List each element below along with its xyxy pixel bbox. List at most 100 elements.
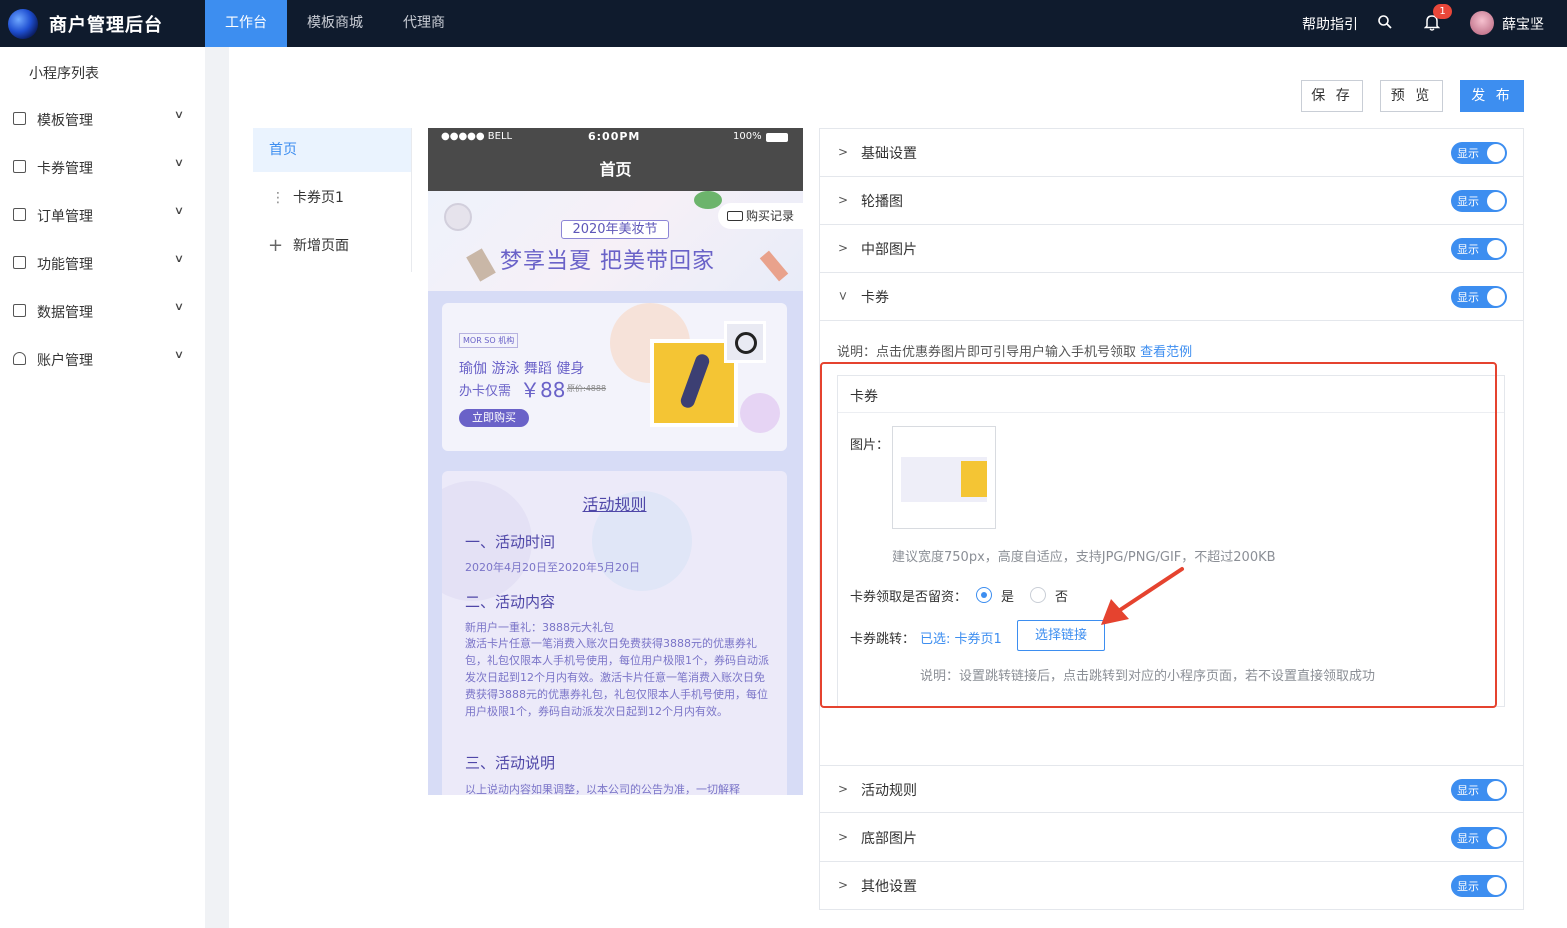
visibility-toggle[interactable]: 显示 bbox=[1451, 779, 1507, 801]
toggle-label: 显示 bbox=[1457, 291, 1479, 304]
banner-subtitle: 2020年美妆节 bbox=[561, 220, 669, 239]
section-label: 其他设置 bbox=[861, 879, 917, 895]
order-icon bbox=[13, 208, 26, 221]
tab-template-store[interactable]: 模板商城 bbox=[294, 0, 376, 47]
sidebar-item-account[interactable]: 账户管理 ∨ bbox=[0, 335, 205, 383]
promo-banner[interactable]: 2020年美妆节 梦享当夏 把美带回家 购买记录 bbox=[428, 191, 803, 291]
user-name[interactable]: 薛宝坚 bbox=[1502, 14, 1544, 34]
rules-text-2a: 新用户一重礼：3888元大礼包 bbox=[465, 621, 614, 634]
chevron-down-icon: ∨ bbox=[173, 348, 185, 361]
tab-workbench[interactable]: 工作台 bbox=[205, 0, 287, 47]
drag-handle-icon[interactable]: ⋮ bbox=[271, 176, 285, 220]
function-icon bbox=[13, 256, 26, 269]
toggle-label: 显示 bbox=[1457, 784, 1479, 797]
top-bar: 商户管理后台 工作台 模板商城 代理商 帮助指引 1 薛宝坚 bbox=[0, 0, 1567, 47]
leaf-icon bbox=[694, 191, 722, 209]
toggle-label: 显示 bbox=[1457, 880, 1479, 893]
view-example-link[interactable]: 查看范例 bbox=[1140, 345, 1192, 360]
chevron-right-icon: > bbox=[838, 193, 849, 207]
page-item-home[interactable]: 首页 bbox=[253, 128, 411, 172]
toggle-knob bbox=[1487, 829, 1505, 847]
phone-preview: ●●●●● BELL 6:00PM 100% 首页 2020年美妆节 梦享当夏 … bbox=[428, 128, 803, 795]
phone-page-title: 首页 bbox=[428, 148, 803, 191]
chevron-down-icon: ∨ bbox=[173, 204, 185, 217]
battery-text: 100% bbox=[733, 131, 762, 142]
tab-agent[interactable]: 代理商 bbox=[383, 0, 465, 47]
sidebar-item-label: 功能管理 bbox=[37, 257, 93, 273]
purchase-record-button[interactable]: 购买记录 bbox=[718, 203, 803, 229]
section-middle-image[interactable]: > 中部图片 显示 bbox=[820, 225, 1523, 273]
carrier-text: ●●●●● BELL bbox=[441, 131, 513, 142]
avatar[interactable] bbox=[1470, 11, 1494, 35]
search-icon[interactable] bbox=[1377, 14, 1393, 30]
help-link[interactable]: 帮助指引 bbox=[1302, 14, 1358, 34]
visibility-toggle[interactable]: 显示 bbox=[1451, 827, 1507, 849]
toggle-label: 显示 bbox=[1457, 195, 1479, 208]
runner-figure bbox=[678, 352, 712, 410]
toggle-knob bbox=[1487, 781, 1505, 799]
chevron-right-icon: > bbox=[838, 830, 849, 844]
rules-text-2b: 激活卡片任意一笔消费入账次日免费获得3888元的优惠券礼包，礼包仅限本人手机号使… bbox=[465, 637, 769, 718]
banner-headline: 梦享当夏 把美带回家 bbox=[500, 249, 715, 274]
sidebar-item-label: 卡券管理 bbox=[37, 161, 93, 177]
add-page-button[interactable]: + 新增页面 bbox=[253, 224, 411, 268]
card-line2: 办卡仅需 bbox=[459, 384, 512, 399]
section-label: 轮播图 bbox=[861, 194, 903, 210]
section-rules[interactable]: > 活动规则 显示 bbox=[820, 765, 1523, 813]
visibility-toggle[interactable]: 显示 bbox=[1451, 238, 1507, 260]
save-button[interactable]: 保 存 bbox=[1301, 80, 1363, 112]
sidebar-item-data[interactable]: 数据管理 ∨ bbox=[0, 287, 205, 335]
chevron-right-icon: > bbox=[838, 878, 849, 892]
section-other[interactable]: > 其他设置 显示 bbox=[820, 862, 1523, 910]
section-label: 卡券 bbox=[861, 290, 889, 306]
section-basic[interactable]: > 基础设置 显示 bbox=[820, 129, 1523, 177]
fitness-thumb bbox=[724, 321, 766, 363]
rules-card: 活动规则 一、活动时间 2020年4月20日至2020年5月20日 二、活动内容… bbox=[442, 471, 787, 795]
section-label: 中部图片 bbox=[861, 242, 917, 258]
decor-circle bbox=[740, 393, 780, 433]
sidebar-item-template[interactable]: 模板管理 ∨ bbox=[0, 95, 205, 143]
rules-section-1: 一、活动时间 bbox=[465, 533, 556, 551]
chevron-right-icon: > bbox=[838, 241, 849, 255]
visibility-toggle[interactable]: 显示 bbox=[1451, 190, 1507, 212]
section-label: 底部图片 bbox=[861, 831, 917, 847]
data-icon bbox=[13, 304, 26, 317]
section-coupon[interactable]: > 卡券 显示 bbox=[820, 273, 1523, 321]
rules-section-3: 三、活动说明 bbox=[465, 754, 556, 772]
buy-now-button[interactable]: 立即购买 bbox=[459, 409, 529, 427]
section-label: 活动规则 bbox=[861, 783, 917, 799]
add-page-label: 新增页面 bbox=[293, 238, 349, 254]
rules-text-3: 以上说动内容如果调整，以本公司的公告为准，一切解释 bbox=[465, 783, 740, 795]
compact-icon bbox=[444, 203, 472, 231]
notification-badge: 1 bbox=[1433, 4, 1452, 19]
chevron-down-icon: ∨ bbox=[173, 300, 185, 313]
toggle-knob bbox=[1487, 240, 1505, 258]
plus-icon: + bbox=[268, 235, 284, 256]
app-title: 商户管理后台 bbox=[49, 15, 163, 36]
sidebar-item-function[interactable]: 功能管理 ∨ bbox=[0, 239, 205, 287]
toggle-knob bbox=[1487, 288, 1505, 306]
coupon-note-text: 说明：点击优惠券图片即可引导用户输入手机号领取 bbox=[837, 345, 1137, 360]
page-item-coupon[interactable]: ⋮ 卡券页1 bbox=[253, 176, 411, 220]
visibility-toggle[interactable]: 显示 bbox=[1451, 142, 1507, 164]
sidebar-item-label: 数据管理 bbox=[37, 305, 93, 321]
sidebar-item-order[interactable]: 订单管理 ∨ bbox=[0, 191, 205, 239]
sidebar-item-coupon[interactable]: 卡券管理 ∨ bbox=[0, 143, 205, 191]
sidebar-item-label: 账户管理 bbox=[37, 353, 93, 369]
sidebar-title[interactable]: 小程序列表 bbox=[29, 63, 99, 83]
lipstick-icon bbox=[759, 250, 789, 282]
visibility-toggle[interactable]: 显示 bbox=[1451, 875, 1507, 897]
toggle-label: 显示 bbox=[1457, 147, 1479, 160]
publish-button[interactable]: 发 布 bbox=[1460, 80, 1524, 112]
phone-status-bar: ●●●●● BELL 6:00PM 100% bbox=[428, 128, 803, 148]
lipstick-icon bbox=[466, 248, 496, 282]
coupon-card[interactable]: MOR SO 机构 瑜伽 游泳 舞蹈 健身 办卡仅需 ￥88 原价:4888 立… bbox=[442, 303, 787, 451]
chevron-right-icon: > bbox=[838, 145, 849, 159]
toggle-knob bbox=[1487, 877, 1505, 895]
section-bottom-image[interactable]: > 底部图片 显示 bbox=[820, 814, 1523, 862]
logo-icon bbox=[8, 9, 38, 39]
preview-button[interactable]: 预 览 bbox=[1380, 80, 1443, 112]
section-carousel[interactable]: > 轮播图 显示 bbox=[820, 177, 1523, 225]
card-brand: MOR SO 机构 bbox=[459, 333, 519, 348]
visibility-toggle[interactable]: 显示 bbox=[1451, 286, 1507, 308]
